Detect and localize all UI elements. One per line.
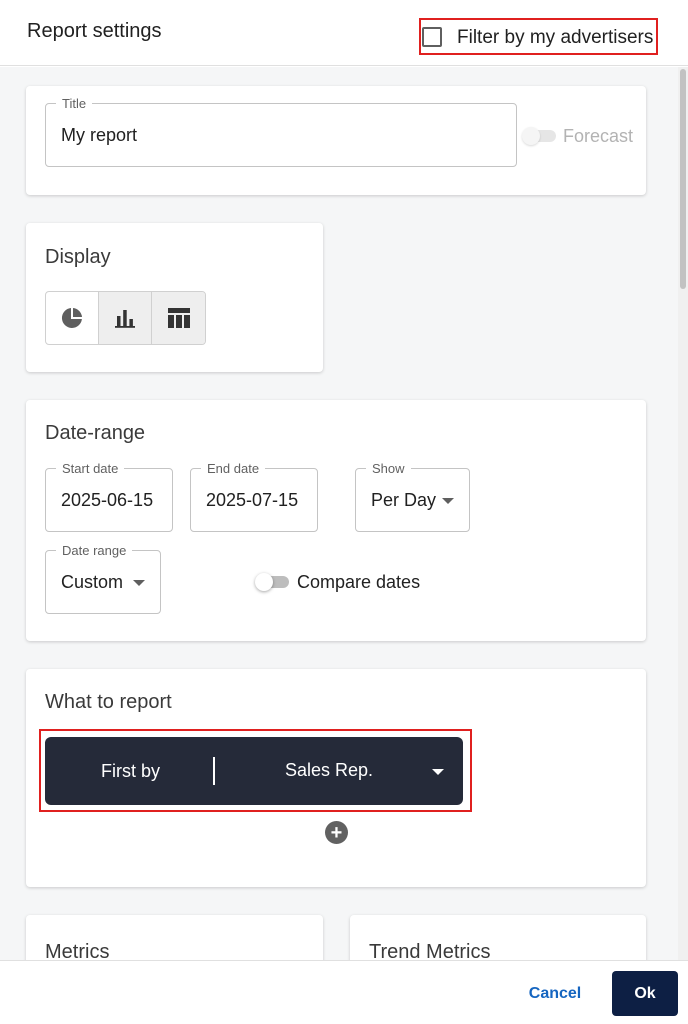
table-icon	[167, 308, 190, 328]
end-date-field[interactable]: End date 2025-07-15	[190, 461, 318, 532]
dialog-footer: Cancel Ok	[0, 960, 688, 1024]
pie-chart-option[interactable]	[46, 292, 99, 344]
plus-icon: +	[330, 821, 343, 844]
title-card: Title My report Forecast	[26, 86, 646, 195]
end-date-value[interactable]: 2025-07-15	[206, 490, 298, 511]
start-date-label: Start date	[56, 461, 125, 477]
cancel-button[interactable]: Cancel	[515, 979, 595, 1009]
start-date-field[interactable]: Start date 2025-06-15	[45, 461, 173, 532]
date-range-select[interactable]: Date range Custom	[45, 543, 161, 614]
first-by-label: First by	[101, 761, 161, 781]
show-select[interactable]: Show Per Day	[355, 461, 470, 532]
pie-chart-icon	[61, 308, 82, 328]
bar-chart-option[interactable]	[99, 292, 152, 344]
date-range-select-label: Date range	[56, 543, 133, 559]
filter-advertisers-label[interactable]: Filter by my advertisers	[457, 27, 653, 49]
metrics-heading: Metrics	[45, 941, 110, 960]
ok-button[interactable]: Ok	[612, 971, 678, 1016]
display-mode-selector	[45, 291, 206, 345]
show-select-value[interactable]: Per Day	[371, 490, 436, 511]
scrollbar-thumb[interactable]	[680, 69, 686, 289]
bar-chart-icon	[115, 310, 135, 328]
chevron-down-icon	[133, 580, 145, 586]
start-date-value[interactable]: 2025-06-15	[61, 490, 153, 511]
title-field-value[interactable]: My report	[61, 125, 137, 146]
show-select-label: Show	[366, 461, 411, 477]
end-date-label: End date	[201, 461, 266, 477]
compare-dates-toggle-knob[interactable]	[255, 573, 273, 591]
trend-metrics-heading: Trend Metrics	[369, 941, 491, 960]
title-field[interactable]: Title My report	[45, 96, 517, 167]
what-to-report-heading: What to report	[45, 691, 172, 713]
trend-metrics-card: Trend Metrics	[350, 915, 646, 960]
chevron-down-icon	[442, 498, 454, 504]
date-range-heading: Date-range	[45, 422, 146, 444]
display-card: Display	[26, 223, 323, 372]
display-heading: Display	[45, 246, 111, 268]
first-by-selector[interactable]: First by Sales Rep.	[45, 737, 463, 805]
title-field-label: Title	[56, 96, 93, 112]
forecast-toggle-knob[interactable]	[522, 127, 540, 145]
forecast-label: Forecast	[563, 126, 634, 146]
first-by-value[interactable]: Sales Rep.	[285, 760, 373, 781]
chevron-down-icon[interactable]	[432, 769, 444, 775]
compare-dates-label: Compare dates	[297, 572, 421, 592]
add-dimension-button[interactable]: +	[325, 821, 348, 844]
filter-advertisers-checkbox[interactable]	[422, 27, 442, 47]
table-option[interactable]	[152, 292, 205, 344]
date-range-select-value[interactable]: Custom	[61, 572, 123, 593]
dialog-title: Report settings	[27, 20, 162, 42]
date-range-card: Date-range Start date 2025-06-15 End dat…	[26, 400, 646, 641]
first-by-divider	[213, 757, 215, 785]
metrics-card: Metrics	[26, 915, 323, 960]
